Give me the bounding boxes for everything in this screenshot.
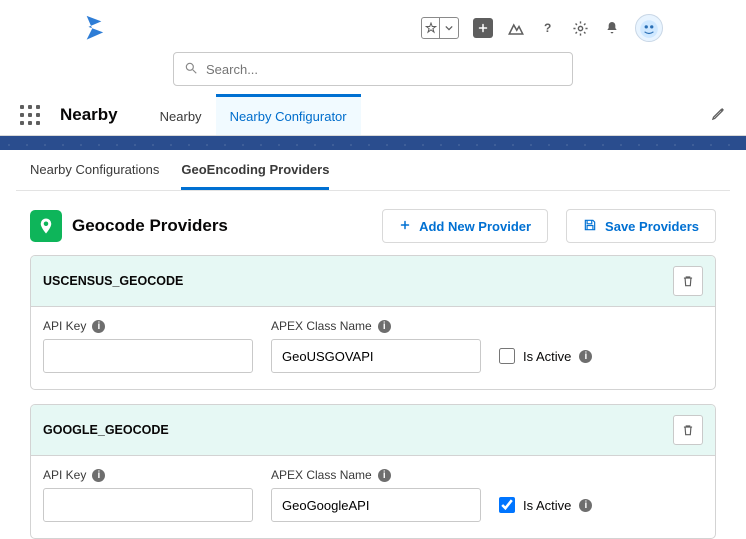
field-is-active: Is Active i xyxy=(499,339,592,373)
apex-class-input[interactable] xyxy=(271,339,481,373)
provider-name: GOOGLE_GEOCODE xyxy=(43,423,673,437)
trash-icon xyxy=(681,274,695,288)
delete-provider-button[interactable] xyxy=(673,266,703,296)
field-api-key: API Keyi xyxy=(43,319,253,373)
apex-class-label: APEX Class Namei xyxy=(271,319,481,333)
header-row: ? xyxy=(83,14,663,42)
user-avatar[interactable] xyxy=(635,14,663,42)
api-key-label: API Keyi xyxy=(43,319,253,333)
sub-tab-configurations[interactable]: Nearby Configurations xyxy=(30,162,159,190)
app-name: Nearby xyxy=(60,105,118,125)
info-icon[interactable]: i xyxy=(579,499,592,512)
info-icon[interactable]: i xyxy=(579,350,592,363)
location-pin-icon xyxy=(30,210,62,242)
is-active-checkbox[interactable] xyxy=(499,348,515,364)
field-apex-class: APEX Class Namei xyxy=(271,468,481,522)
svg-text:?: ? xyxy=(544,21,551,35)
provider-header: GOOGLE_GEOCODE xyxy=(31,405,715,456)
nav-tab-configurator[interactable]: Nearby Configurator xyxy=(216,94,361,135)
api-key-label: API Keyi xyxy=(43,468,253,482)
nav-tab-nearby[interactable]: Nearby xyxy=(146,94,216,135)
add-provider-button[interactable]: Add New Provider xyxy=(382,209,548,243)
provider-body: API Keyi APEX Class Namei Is Active i xyxy=(31,456,715,538)
star-icon[interactable] xyxy=(422,18,440,38)
provider-body: API Keyi APEX Class Namei Is Active i xyxy=(31,307,715,389)
apex-class-input[interactable] xyxy=(271,488,481,522)
nav-tabs: Nearby Nearby Configurator xyxy=(146,94,361,135)
help-icon[interactable]: ? xyxy=(539,19,557,37)
field-is-active: Is Active i xyxy=(499,488,592,522)
gear-icon[interactable] xyxy=(571,19,589,37)
section-header: Geocode Providers Add New Provider Save … xyxy=(16,191,730,255)
delete-provider-button[interactable] xyxy=(673,415,703,445)
notification-bell-icon[interactable] xyxy=(603,19,621,37)
favorites-combo[interactable] xyxy=(421,17,459,39)
add-icon[interactable] xyxy=(473,18,493,38)
info-icon[interactable]: i xyxy=(378,469,391,482)
is-active-label: Is Active xyxy=(523,349,571,364)
app-logo-icon xyxy=(83,14,105,42)
chevron-down-icon[interactable] xyxy=(440,18,458,38)
edit-pencil-icon[interactable] xyxy=(711,106,726,124)
info-icon[interactable]: i xyxy=(92,320,105,333)
info-icon[interactable]: i xyxy=(378,320,391,333)
search-input[interactable] xyxy=(206,62,562,77)
save-providers-label: Save Providers xyxy=(605,219,699,234)
api-key-input[interactable] xyxy=(43,488,253,522)
save-icon xyxy=(583,218,597,235)
sub-tab-providers[interactable]: GeoEncoding Providers xyxy=(181,162,329,190)
sub-tabs: Nearby Configurations GeoEncoding Provid… xyxy=(16,150,730,191)
app-launcher-icon[interactable] xyxy=(20,105,40,125)
add-provider-label: Add New Provider xyxy=(419,219,531,234)
provider-header: USCENSUS_GEOCODE xyxy=(31,256,715,307)
provider-card: GOOGLE_GEOCODE API Keyi APEX Class Namei… xyxy=(30,404,716,539)
field-api-key: API Keyi xyxy=(43,468,253,522)
plus-icon xyxy=(399,219,411,234)
trash-icon xyxy=(681,423,695,437)
apex-class-label: APEX Class Namei xyxy=(271,468,481,482)
provider-name: USCENSUS_GEOCODE xyxy=(43,274,673,288)
global-header: ? xyxy=(0,0,746,86)
header-utilities: ? xyxy=(421,14,663,42)
decorative-stripe xyxy=(0,136,746,150)
field-apex-class: APEX Class Namei xyxy=(271,319,481,373)
save-providers-button[interactable]: Save Providers xyxy=(566,209,716,243)
global-search[interactable] xyxy=(173,52,573,86)
info-icon[interactable]: i xyxy=(92,469,105,482)
provider-card: USCENSUS_GEOCODE API Keyi APEX Class Nam… xyxy=(30,255,716,390)
is-active-label: Is Active xyxy=(523,498,571,513)
trailhead-icon[interactable] xyxy=(507,19,525,37)
is-active-checkbox[interactable] xyxy=(499,497,515,513)
app-nav: Nearby Nearby Nearby Configurator xyxy=(0,94,746,136)
section-title: Geocode Providers xyxy=(72,216,372,236)
main-panel: Nearby Configurations GeoEncoding Provid… xyxy=(16,150,730,539)
api-key-input[interactable] xyxy=(43,339,253,373)
search-icon xyxy=(184,61,198,78)
